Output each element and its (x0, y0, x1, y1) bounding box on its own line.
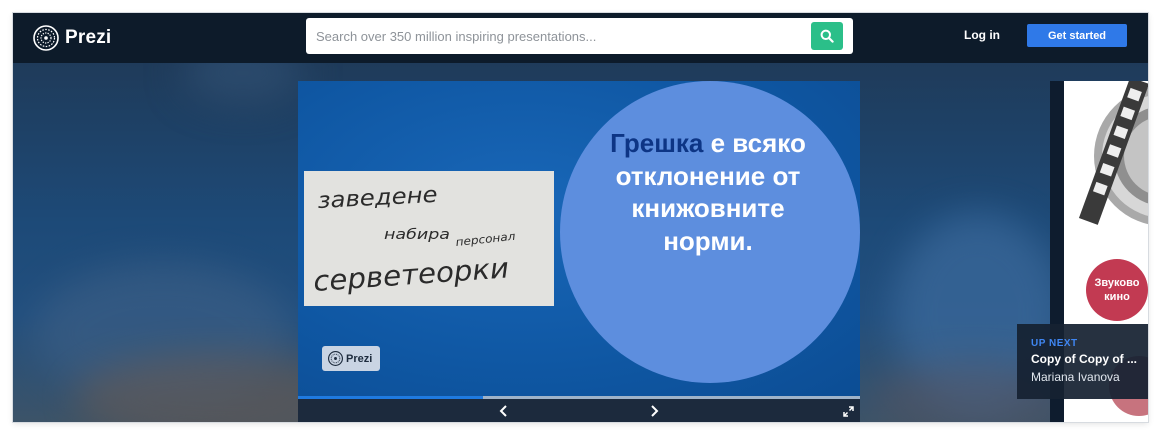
search-input[interactable] (306, 18, 806, 54)
login-link[interactable]: Log in (964, 28, 1000, 42)
prezi-logo-icon (33, 25, 59, 51)
up-next-label: UP NEXT (1031, 338, 1078, 349)
watermark-label: Prezi (346, 352, 373, 365)
fullscreen-button[interactable] (838, 402, 858, 420)
up-next-title: Copy of Copy of ... (1031, 352, 1137, 366)
player-controls (298, 399, 860, 422)
slide-main-text: Грешка е всяко отклонение от книжовните … (608, 127, 808, 257)
handwriting-photo: заведене набира персонал серветеорки (304, 171, 554, 306)
presentation-player[interactable]: заведене набира персонал серветеорки Гре… (298, 81, 860, 422)
get-started-button[interactable]: Get started (1027, 24, 1127, 47)
up-next-card[interactable]: UP NEXT Copy of Copy of ... Mariana Ivan… (1017, 324, 1148, 399)
search-bar (306, 18, 853, 54)
badge-text: Звуково кино (1094, 277, 1140, 303)
prev-button[interactable] (494, 402, 514, 420)
chevron-right-icon (651, 405, 659, 417)
fullscreen-icon (842, 405, 854, 417)
up-next-author: Mariana Ivanova (1031, 370, 1120, 384)
top-navbar: Prezi Log in Get started (13, 13, 1148, 63)
handwriting-line: набира (384, 227, 450, 243)
app-window: Prezi Log in Get started з (13, 13, 1148, 422)
prezi-logo-icon (328, 351, 343, 366)
brand-logo[interactable]: Prezi (33, 23, 111, 53)
slide-canvas[interactable]: заведене набира персонал серветеорки Гре… (298, 81, 860, 396)
next-title-badge: Звуково кино (1086, 259, 1148, 321)
search-button[interactable] (811, 22, 843, 50)
handwriting-image: заведене набира персонал серветеорки (304, 171, 554, 306)
bg-blur-shape (183, 63, 303, 103)
next-button[interactable] (644, 402, 664, 420)
slide-highlight-word: Грешка (610, 128, 704, 158)
search-icon (820, 29, 834, 43)
chevron-left-icon (499, 405, 507, 417)
brand-name: Prezi (65, 27, 112, 48)
prezi-watermark[interactable]: Prezi (322, 346, 380, 371)
